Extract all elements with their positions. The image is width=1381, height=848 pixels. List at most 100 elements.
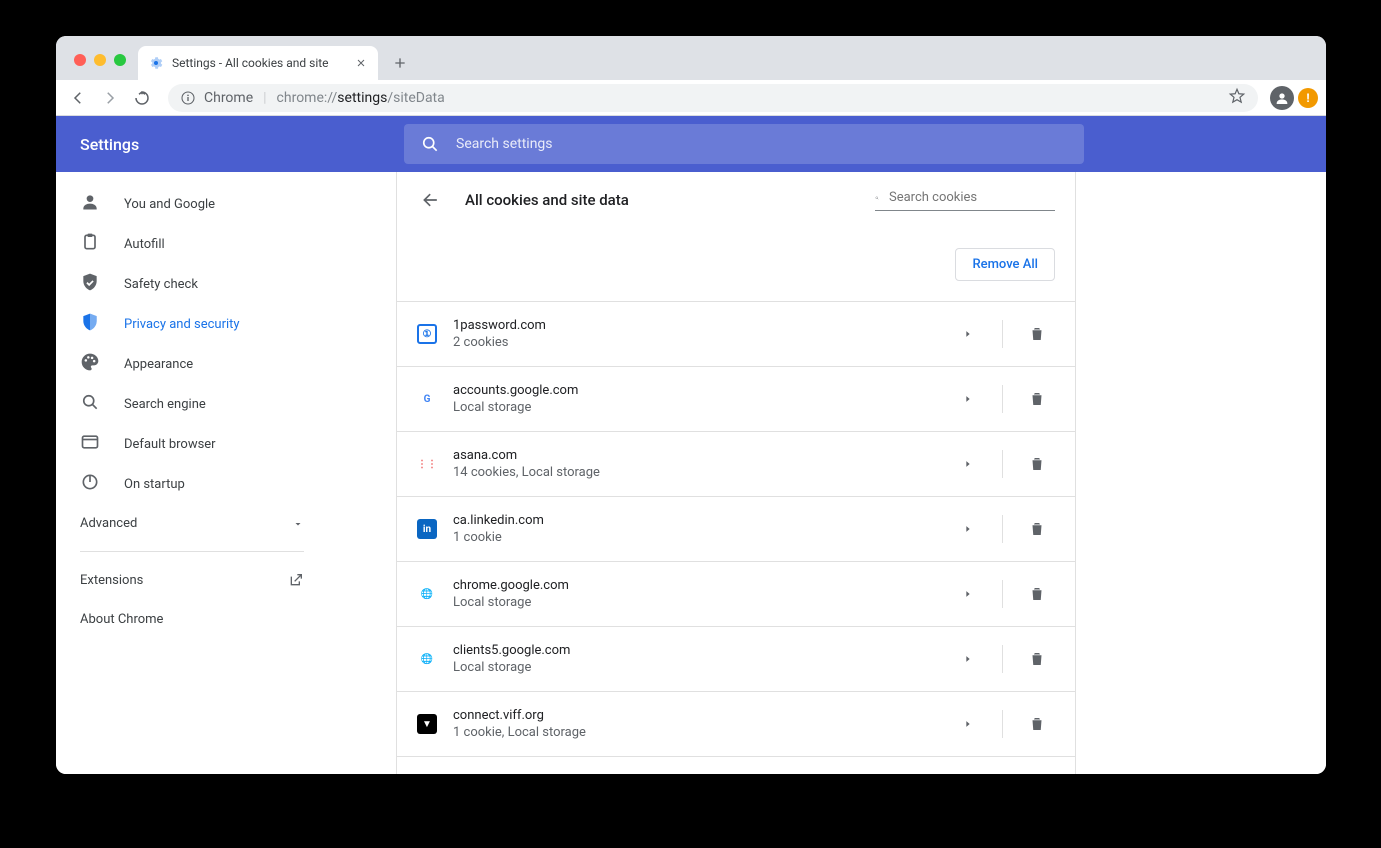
delete-site-button[interactable] [1019, 641, 1055, 677]
site-favicon: 🌐 [417, 584, 437, 604]
search-settings-field[interactable] [404, 124, 1084, 164]
sidebar-item-you-and-google[interactable]: You and Google [56, 184, 328, 224]
delete-site-button[interactable] [1019, 706, 1055, 742]
profile-avatar[interactable] [1270, 86, 1294, 110]
delete-site-button[interactable] [1019, 381, 1055, 417]
sidebar-item-label: Autofill [124, 237, 165, 252]
sidebar-item-label: Default browser [124, 437, 216, 452]
expand-arrow-icon[interactable] [950, 446, 986, 482]
expand-arrow-icon[interactable] [950, 706, 986, 742]
page-title: All cookies and site data [465, 191, 855, 209]
site-row[interactable]: 🌐 chrome.google.com Local storage [397, 561, 1075, 626]
site-info-icon[interactable] [180, 90, 196, 106]
search-settings-input[interactable] [456, 136, 1068, 152]
site-row[interactable]: in ca.linkedin.com 1 cookie [397, 496, 1075, 561]
sidebar-item-label: You and Google [124, 197, 215, 212]
site-row[interactable]: ⋮⋮ asana.com 14 cookies, Local storage [397, 431, 1075, 496]
delete-site-button[interactable] [1019, 771, 1055, 774]
browser-window: Settings - All cookies and site Chrome |… [56, 36, 1326, 774]
site-domain: chrome.google.com [453, 578, 934, 593]
settings-title: Settings [80, 135, 380, 154]
site-row[interactable]: ▼ connect.viff.org 1 cookie, Local stora… [397, 691, 1075, 756]
back-arrow-button[interactable] [417, 186, 445, 214]
open-external-icon [288, 572, 304, 588]
site-meta: Local storage [453, 400, 934, 415]
new-tab-button[interactable] [386, 49, 414, 77]
site-favicon: ① [417, 324, 437, 344]
maximize-window-button[interactable] [114, 54, 126, 66]
sidebar-item-appearance[interactable]: Appearance [56, 344, 328, 384]
expand-arrow-icon[interactable] [950, 381, 986, 417]
sidebar-item-on-startup[interactable]: On startup [56, 464, 328, 504]
expand-arrow-icon[interactable] [950, 576, 986, 612]
sidebar-item-safety-check[interactable]: Safety check [56, 264, 328, 304]
site-row[interactable]: 🌐 clients5.google.com Local storage [397, 626, 1075, 691]
sidebar-item-label: Appearance [124, 357, 193, 372]
clipboard-icon [80, 232, 100, 256]
search-cookies-field[interactable] [875, 190, 1055, 211]
expand-arrow-icon[interactable] [950, 641, 986, 677]
sidebar-extensions[interactable]: Extensions [56, 560, 328, 600]
search-icon [875, 190, 879, 206]
power-icon [80, 472, 100, 496]
page-header: All cookies and site data [397, 172, 1075, 228]
site-row[interactable]: ① 1password.com 2 cookies [397, 301, 1075, 366]
delete-site-button[interactable] [1019, 511, 1055, 547]
close-tab-icon[interactable] [354, 56, 368, 70]
sidebar-item-privacy-and-security[interactable]: Privacy and security [56, 304, 328, 344]
sidebar-item-search-engine[interactable]: Search engine [56, 384, 328, 424]
site-domain: ca.linkedin.com [453, 513, 934, 528]
browser-tab[interactable]: Settings - All cookies and site [138, 46, 378, 80]
url-label: Chrome [204, 90, 253, 106]
delete-site-button[interactable] [1019, 446, 1055, 482]
back-button[interactable] [64, 84, 92, 112]
search-icon [80, 392, 100, 416]
expand-arrow-icon[interactable] [950, 316, 986, 352]
site-meta: 1 cookie [453, 530, 934, 545]
chevron-down-icon [292, 518, 304, 530]
update-alert-icon[interactable]: ! [1298, 88, 1318, 108]
tab-strip: Settings - All cookies and site [56, 36, 1326, 80]
window-controls [66, 54, 138, 80]
expand-arrow-icon[interactable] [950, 511, 986, 547]
bookmark-star-icon[interactable] [1228, 87, 1246, 109]
settings-main: All cookies and site data Remove All ① 1… [328, 172, 1326, 774]
delete-site-button[interactable] [1019, 576, 1055, 612]
search-icon [420, 134, 440, 154]
site-row[interactable]: G accounts.google.com Local storage [397, 366, 1075, 431]
forward-button[interactable] [96, 84, 124, 112]
site-favicon: ▼ [417, 714, 437, 734]
palette-icon [80, 352, 100, 376]
sidebar-item-default-browser[interactable]: Default browser [56, 424, 328, 464]
shield-icon [80, 312, 100, 336]
site-meta: 2 cookies [453, 335, 934, 350]
delete-site-button[interactable] [1019, 316, 1055, 352]
site-domain: asana.com [453, 448, 934, 463]
sidebar-item-label: Safety check [124, 277, 198, 292]
minimize-window-button[interactable] [94, 54, 106, 66]
remove-all-button[interactable]: Remove All [955, 248, 1055, 281]
site-domain: clients5.google.com [453, 643, 934, 658]
sidebar-item-label: Search engine [124, 397, 206, 412]
settings-sidebar: You and Google Autofill Safety check Privac… [56, 172, 328, 774]
site-domain: connect.viff.org [453, 708, 934, 723]
search-cookies-input[interactable] [889, 190, 1055, 205]
expand-arrow-icon[interactable] [950, 771, 986, 774]
sidebar-item-autofill[interactable]: Autofill [56, 224, 328, 264]
site-meta: Local storage [453, 660, 934, 675]
site-favicon: G [417, 389, 437, 409]
settings-app: Settings You and Google Autofill Safety ch… [56, 116, 1326, 774]
sidebar-advanced[interactable]: Advanced [56, 504, 328, 543]
site-meta: 1 cookie, Local storage [453, 725, 934, 740]
remove-all-row: Remove All [397, 228, 1075, 301]
reload-button[interactable] [128, 84, 156, 112]
site-row[interactable]: doubleclick.net [397, 756, 1075, 774]
close-window-button[interactable] [74, 54, 86, 66]
address-bar[interactable]: Chrome | chrome://settings/siteData [168, 84, 1258, 112]
sidebar-about[interactable]: About Chrome [56, 600, 328, 639]
person-icon [80, 192, 100, 216]
site-favicon: 🌐 [417, 649, 437, 669]
browser-toolbar: Chrome | chrome://settings/siteData ! [56, 80, 1326, 116]
shield-check-icon [80, 272, 100, 296]
tab-title: Settings - All cookies and site [172, 56, 346, 70]
